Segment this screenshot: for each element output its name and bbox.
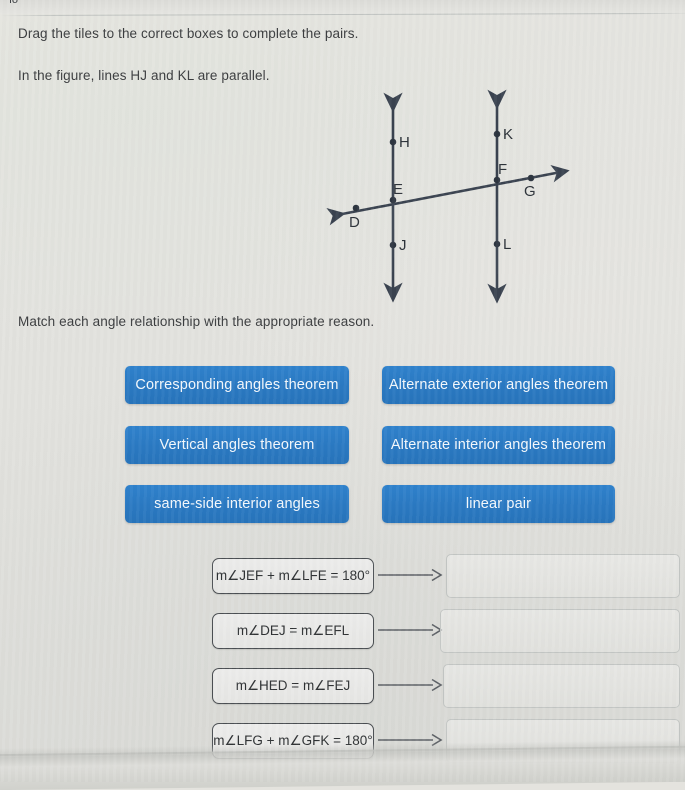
- point-H-dot: [389, 138, 397, 146]
- dropzone[interactable]: [446, 719, 680, 763]
- match-row: m∠LFG + m∠GFK = 180°: [0, 719, 685, 765]
- tile-same-side-interior-angles[interactable]: same-side interior angles: [125, 485, 349, 523]
- equation-tile[interactable]: m∠JEF + m∠LFE = 180°: [212, 558, 374, 594]
- match-row: m∠DEJ = m∠EFL: [0, 609, 685, 655]
- arrow-icon: [378, 678, 443, 692]
- geometry-figure: H E J K F L D G: [325, 88, 585, 308]
- instruction-figure-note: In the figure, lines HJ and KL are paral…: [18, 68, 270, 83]
- parallel-lines-diagram: H E J K F L D G: [326, 89, 570, 304]
- equation-tile[interactable]: m∠DEJ = m∠EFL: [212, 613, 374, 649]
- point-label-J: J: [399, 237, 407, 254]
- tile-alternate-interior-angles-theorem[interactable]: Alternate interior angles theorem: [382, 426, 615, 464]
- arrow-icon: [378, 568, 443, 582]
- point-label-K: K: [503, 126, 513, 143]
- dropzone[interactable]: [440, 609, 680, 653]
- equation-tile[interactable]: m∠HED = m∠FEJ: [212, 668, 374, 704]
- browser-tab-remnant: то: [8, 0, 18, 6]
- point-K-dot: [493, 130, 501, 138]
- point-label-G: G: [524, 183, 536, 200]
- instruction-drag-tiles: Drag the tiles to the correct boxes to c…: [18, 26, 359, 41]
- tile-vertical-angles-theorem[interactable]: Vertical angles theorem: [125, 426, 349, 464]
- match-row: m∠JEF + m∠LFE = 180°: [0, 554, 685, 600]
- arrow-icon: [378, 623, 443, 637]
- point-label-E: E: [393, 181, 403, 198]
- tile-corresponding-angles-theorem[interactable]: Corresponding angles theorem: [125, 366, 349, 404]
- point-G-dot: [527, 174, 535, 182]
- tile-alternate-exterior-angles-theorem[interactable]: Alternate exterior angles theorem: [382, 366, 615, 404]
- point-label-L: L: [503, 236, 511, 253]
- point-J-dot: [389, 241, 397, 249]
- point-label-H: H: [399, 134, 410, 151]
- tile-linear-pair[interactable]: linear pair: [382, 485, 615, 523]
- dropzone[interactable]: [446, 554, 680, 598]
- equation-tile[interactable]: m∠LFG + m∠GFK = 180°: [212, 723, 374, 759]
- point-label-D: D: [349, 214, 360, 231]
- match-row: m∠HED = m∠FEJ: [0, 664, 685, 710]
- dropzone[interactable]: [443, 664, 680, 708]
- top-strip: [0, 0, 685, 14]
- point-D-dot: [352, 204, 360, 212]
- point-label-F: F: [498, 161, 507, 178]
- arrow-icon: [378, 733, 443, 747]
- instruction-match-each: Match each angle relationship with the a…: [18, 314, 375, 329]
- point-L-dot: [493, 240, 501, 248]
